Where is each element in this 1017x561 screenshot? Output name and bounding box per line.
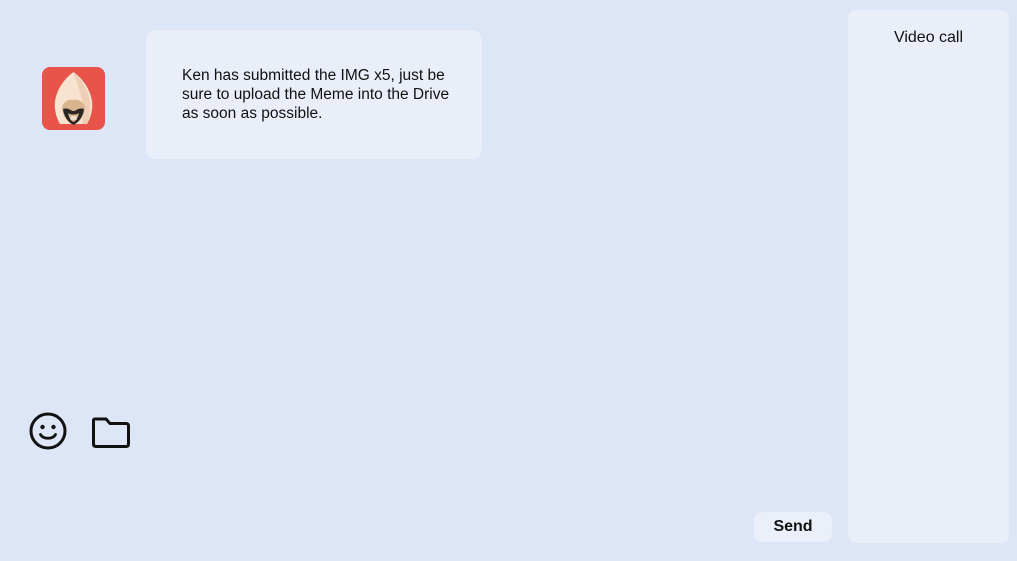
send-button[interactable]: Send <box>754 512 832 542</box>
smiley-icon <box>29 412 67 450</box>
attach-folder-button[interactable] <box>90 411 132 451</box>
folder-icon <box>92 417 130 448</box>
hooded-assassin-icon <box>54 72 93 125</box>
video-call-panel: Video call <box>848 10 1009 543</box>
video-call-title: Video call <box>893 29 964 46</box>
message-text: Ken has submitted the IMG x5, just be su… <box>182 67 450 122</box>
avatar <box>42 67 105 130</box>
emoji-button[interactable] <box>28 411 68 451</box>
message-bubble: Ken has submitted the IMG x5, just be su… <box>146 30 482 159</box>
